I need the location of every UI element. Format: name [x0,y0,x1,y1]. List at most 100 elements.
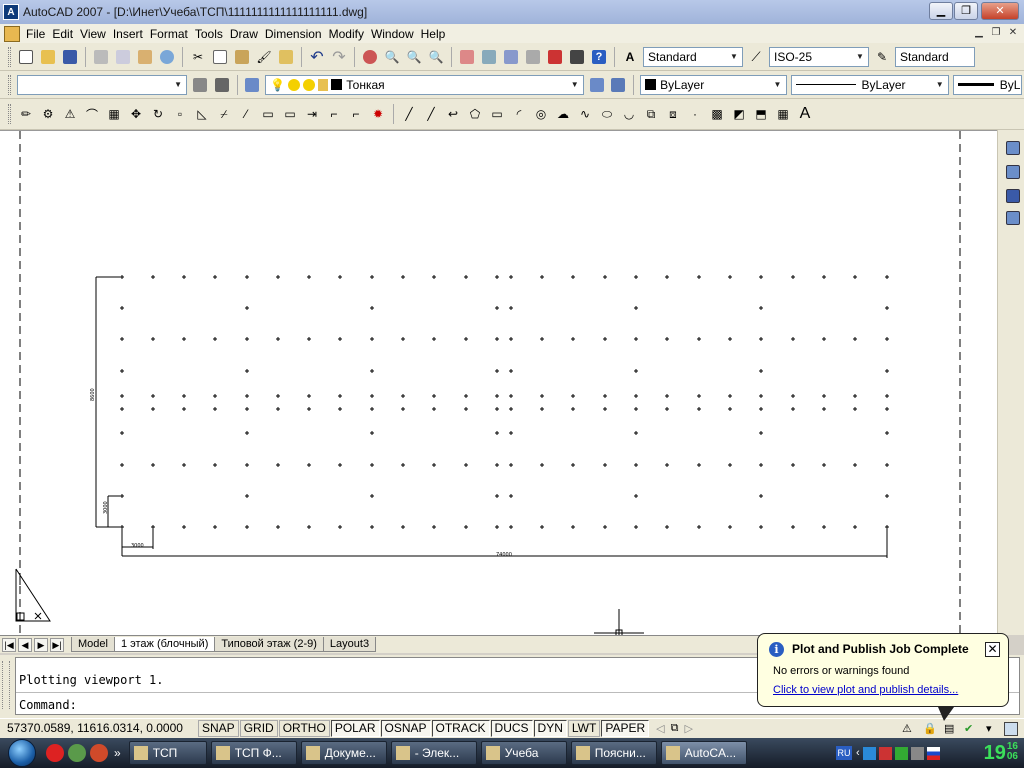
osnap-toggle[interactable]: OSNAP [380,720,431,737]
close-button[interactable]: ✕ [981,2,1019,20]
snap-toggle[interactable]: SNAP [198,720,239,737]
match-properties-icon[interactable]: 🖌 [254,47,274,67]
new-icon[interactable] [16,47,36,67]
polygonal-viewport-icon[interactable] [1003,186,1023,206]
plot-preview-icon[interactable] [113,47,133,67]
join-icon[interactable]: ⇥ [302,104,322,124]
taskbar-task[interactable]: ТСП Ф... [210,741,297,765]
block-editor-icon[interactable] [276,47,296,67]
lwt-toggle[interactable]: LWT [567,720,601,737]
polyline-icon[interactable]: ↩ [443,104,463,124]
dyn-toggle[interactable]: DYN [533,720,567,737]
coordinates-display[interactable]: 57370.0589, 11616.0314, 0.0000 [2,720,198,737]
viewports-dialog-icon[interactable] [1003,162,1023,182]
lock-icon[interactable]: 🔒 [923,722,937,735]
lineweight-select[interactable]: ByL [952,74,1022,95]
language-indicator[interactable]: RU [836,746,852,760]
first-tab-icon[interactable]: |◀ [2,637,16,652]
spline-icon[interactable]: ∿ [575,104,595,124]
revision-cloud-icon[interactable]: ☁ [553,104,573,124]
taskbar-task[interactable]: Поясни... [570,741,657,765]
pan-icon[interactable] [360,47,380,67]
rotate-icon[interactable]: ↻ [148,104,168,124]
taskbar-clock[interactable]: 1916 06 [984,742,1018,765]
cut-icon[interactable]: ✂ [188,47,208,67]
undo-icon[interactable]: ↶ [307,47,327,67]
save-icon[interactable] [60,47,80,67]
taskbar-task[interactable]: Учеба [480,741,567,765]
zoom-previous-icon[interactable]: 🔍 [426,47,446,67]
table-style-icon[interactable]: ✎ [872,47,892,67]
copy-icon[interactable] [210,47,230,67]
next-tab-icon[interactable]: ▶ [34,637,48,652]
taskbar-task[interactable]: - Элек... [390,741,477,765]
multiline-text-icon[interactable]: A [795,104,815,124]
polar-toggle[interactable]: POLAR [330,720,380,737]
autocad-app-icon[interactable]: A [3,4,19,20]
color-select[interactable]: ByLayer ▼ [640,74,787,95]
gradient-icon[interactable]: ◩ [729,104,749,124]
opera-icon[interactable] [46,744,64,762]
menu-modify[interactable]: Modify [329,27,371,41]
menu-dimension[interactable]: Dimension [265,27,329,41]
workspace-select[interactable]: ▼ [16,74,188,95]
previous-tab-icon[interactable]: ◀ [18,637,32,652]
document-icon[interactable] [4,25,20,42]
markup-icon[interactable] [545,47,565,67]
ellipse-icon[interactable]: ⬭ [597,104,617,124]
tray-app-icon[interactable] [894,746,908,760]
toolbar-grip[interactable] [8,46,11,67]
communication-center-icon[interactable]: ⚠ [902,722,912,735]
notification-details-link[interactable]: Click to view plot and publish details..… [773,684,958,696]
grid-toggle[interactable]: GRID [239,720,278,737]
utorrent-icon[interactable] [68,744,86,762]
paste-icon[interactable] [232,47,252,67]
make-object-layer-current-icon[interactable] [587,75,607,95]
mirror-icon[interactable]: ⚠ [60,104,80,124]
status-menu-icon[interactable]: ▾ [986,722,992,735]
table-icon[interactable]: ▦ [773,104,793,124]
restore-button[interactable]: ❐ [954,2,978,20]
convert-viewport-icon[interactable] [1003,208,1023,228]
point-icon[interactable]: · [685,104,705,124]
calculator-icon[interactable] [567,47,587,67]
paper-toggle[interactable]: PAPER [601,720,650,737]
clean-screen-icon[interactable] [1004,721,1018,736]
menu-window[interactable]: Window [371,27,421,41]
text-style-icon[interactable]: A [620,47,640,67]
publish-icon[interactable] [135,47,155,67]
notification-close-button[interactable]: ✕ [985,642,1000,657]
layer-select[interactable]: 💡 Тонкая ▼ [265,74,584,95]
layer-manager-icon[interactable] [243,75,263,95]
menu-edit[interactable]: Edit [52,27,80,41]
tray-network-icon[interactable] [862,746,876,760]
dim-style-select[interactable]: ISO-25 ▼ [769,46,869,67]
insert-block-icon[interactable]: ⧉ [641,104,661,124]
tray-flag-icon[interactable] [926,746,940,760]
extend-icon[interactable]: ⁄ [236,104,256,124]
dim-style-icon[interactable]: ⟋ [746,47,766,67]
plot-status-icon[interactable]: ▤ [944,722,954,735]
tool-palettes-icon[interactable] [501,47,521,67]
layer-previous-icon[interactable] [608,75,628,95]
open-icon[interactable] [38,47,58,67]
taskbar-task[interactable]: ТСП [128,741,207,765]
plot-complete-icon[interactable]: ✔ [964,722,973,735]
menu-format[interactable]: Format [150,27,195,41]
array-icon[interactable]: ▦ [104,104,124,124]
taskbar-task[interactable]: AutoCA... [660,741,747,765]
scroll-right-icon[interactable]: ▷ [684,722,692,735]
tab-typical-floor[interactable]: Типовой этаж (2-9) [214,637,324,652]
copy-object-icon[interactable]: ⚙ [38,104,58,124]
trim-icon[interactable]: ⌿ [214,104,234,124]
plot-icon[interactable] [91,47,111,67]
otrack-toggle[interactable]: OTRACK [431,720,490,737]
single-viewport-icon[interactable] [1003,138,1023,158]
menu-help[interactable]: Help [421,27,453,41]
construction-line-icon[interactable]: ╱ [421,104,441,124]
doc-restore-icon[interactable]: ❐ [989,26,1003,40]
hatch-icon[interactable]: ▩ [707,104,727,124]
help-icon[interactable]: ? [589,47,609,67]
tab-layout3[interactable]: Layout3 [322,637,377,652]
erase-icon[interactable]: ✏ [16,104,36,124]
